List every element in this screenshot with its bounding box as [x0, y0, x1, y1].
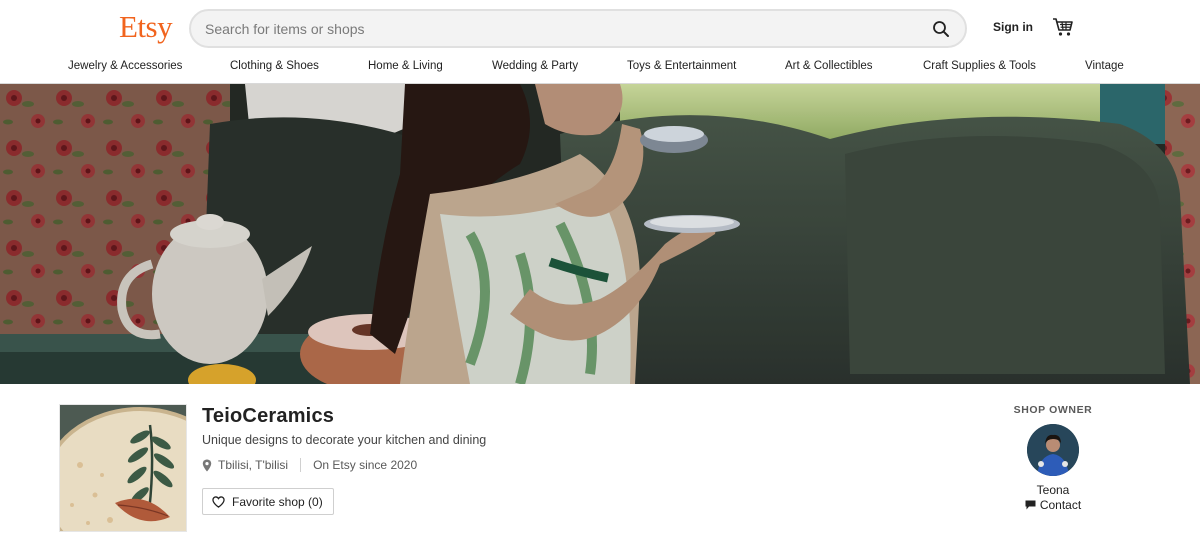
site-header: Etsy Sign in: [0, 0, 1200, 56]
search-button[interactable]: [927, 15, 955, 43]
search-icon: [933, 21, 949, 37]
cart-icon[interactable]: [1052, 16, 1074, 38]
shop-owner-heading: SHOP OWNER: [1013, 404, 1093, 416]
message-icon: [1025, 500, 1036, 510]
sign-in-link[interactable]: Sign in: [993, 20, 1033, 34]
shop-icon-image[interactable]: [59, 404, 187, 532]
heart-icon: [212, 495, 225, 508]
search-bar: [189, 9, 967, 48]
contact-owner-link[interactable]: Contact: [990, 498, 1116, 512]
shop-since: On Etsy since 2020: [313, 458, 418, 472]
shop-location: Tbilisi, T'bilisi: [218, 458, 289, 472]
category-toys-entertainment[interactable]: Toys & Entertainment: [627, 60, 736, 72]
category-wedding-party[interactable]: Wedding & Party: [492, 60, 578, 72]
owner-name[interactable]: Teona: [990, 483, 1116, 497]
shop-meta: Tbilisi, T'bilisi On Etsy since 2020: [202, 458, 417, 472]
owner-avatar[interactable]: [1027, 424, 1079, 476]
category-nav: Jewelry & Accessories Clothing & Shoes H…: [0, 56, 1200, 84]
favorite-shop-button[interactable]: Favorite shop (0): [202, 488, 334, 515]
shop-name: TeioCeramics: [202, 405, 335, 427]
category-home-living[interactable]: Home & Living: [368, 60, 443, 72]
category-vintage[interactable]: Vintage: [1085, 60, 1124, 72]
search-input[interactable]: [205, 11, 905, 46]
category-jewelry-accessories[interactable]: Jewelry & Accessories: [68, 60, 182, 72]
contact-label: Contact: [1039, 498, 1082, 512]
etsy-logo[interactable]: Etsy: [119, 9, 173, 45]
meta-divider: [300, 458, 302, 472]
shop-banner-image: [0, 84, 1200, 384]
category-clothing-shoes[interactable]: Clothing & Shoes: [230, 60, 319, 72]
favorite-shop-label: Favorite shop (0): [232, 494, 323, 509]
map-pin-icon: [202, 459, 212, 471]
shop-tagline: Unique designs to decorate your kitchen …: [202, 433, 487, 447]
category-craft-supplies-tools[interactable]: Craft Supplies & Tools: [923, 60, 1036, 72]
category-art-collectibles[interactable]: Art & Collectibles: [785, 60, 873, 72]
